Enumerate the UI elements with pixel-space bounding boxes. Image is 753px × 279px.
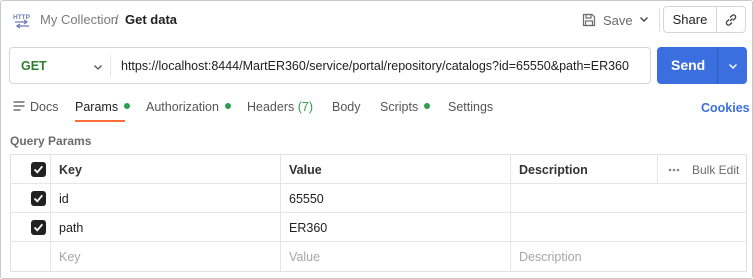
table-header-row: Key Value Description Bulk Edit [11,155,746,184]
param-value-cell[interactable]: ER360 [289,221,327,235]
tab-docs-label: Docs [30,100,59,114]
tab-authorization-label: Authorization [146,100,219,114]
send-divider [717,47,718,84]
param-value-cell[interactable]: 65550 [289,192,324,206]
header-divider [659,8,660,32]
row-checkbox[interactable] [31,220,46,235]
request-tabs: Docs Params Authorization Headers (7) Bo… [1,93,752,123]
link-icon [725,13,737,26]
check-icon [33,165,43,174]
url-bar: GET https://localhost:8444/MartER360/ser… [9,47,651,84]
save-button[interactable]: Save [581,8,633,32]
headers-count: (7) [297,100,314,114]
request-panel: HTTP My Collection / Get data Save Share [0,0,753,279]
save-icon [582,13,596,27]
bulk-edit-button[interactable]: Bulk Edit [692,163,739,177]
new-value-input[interactable]: Value [289,250,320,264]
chevron-down-icon[interactable] [727,60,739,72]
share-button[interactable]: Share [663,6,717,33]
select-all-checkbox[interactable] [31,162,46,177]
status-dot [424,103,431,109]
column-header-description: Description [519,163,588,177]
check-icon [33,223,43,232]
query-params-title: Query Params [10,134,92,148]
new-param-row: Key Value Description [11,242,746,271]
tab-headers-label: Headers [247,100,295,114]
tab-body-label: Body [332,100,361,114]
new-key-input[interactable]: Key [59,250,81,264]
column-header-key: Key [59,163,82,177]
tab-docs[interactable]: Docs [13,100,58,114]
chevron-down-icon[interactable] [92,61,104,73]
request-title[interactable]: Get data [125,12,177,27]
bulk-edit-divider [657,155,658,184]
param-key-cell[interactable]: path [59,221,83,235]
breadcrumb-parent[interactable]: My Collection [40,12,118,27]
tab-headers[interactable]: Headers (7) [247,100,313,114]
column-header-value: Value [289,163,322,177]
query-params-table: Key Value Description Bulk Edit id 65550… [10,154,747,272]
active-tab-indicator [75,120,125,122]
request-header: HTTP My Collection / Get data Save Share [1,1,752,39]
tab-body[interactable]: Body [332,100,361,114]
tab-scripts-label: Scripts [380,100,419,114]
row-checkbox[interactable] [31,191,46,206]
table-row: id 65550 [11,184,746,213]
tab-settings-label: Settings [448,100,494,114]
tab-scripts[interactable]: Scripts [380,100,431,114]
tab-authorization[interactable]: Authorization [146,100,231,114]
send-label: Send [671,57,706,73]
svg-text:HTTP: HTTP [13,14,31,21]
check-icon [33,194,43,203]
save-label: Save [603,12,633,28]
chevron-down-icon[interactable] [638,13,650,25]
tab-params[interactable]: Params [75,100,131,114]
url-input[interactable]: https://localhost:8444/MartER360/service… [121,59,629,73]
http-icon: HTTP [13,14,31,29]
more-horizontal-icon[interactable] [668,168,680,172]
param-key-cell[interactable]: id [59,192,69,206]
cookies-link[interactable]: Cookies [701,101,750,115]
tab-params-label: Params [75,100,119,114]
status-dot [124,103,131,109]
breadcrumb-separator: / [115,12,119,27]
docs-icon [13,101,25,111]
table-row: path ER360 [11,213,746,242]
send-button[interactable]: Send [657,47,747,84]
url-divider [110,55,111,77]
copy-link-button[interactable] [716,6,746,33]
method-select[interactable]: GET [21,59,47,73]
new-description-input[interactable]: Description [519,250,582,264]
tab-settings[interactable]: Settings [448,100,493,114]
status-dot [224,103,231,109]
